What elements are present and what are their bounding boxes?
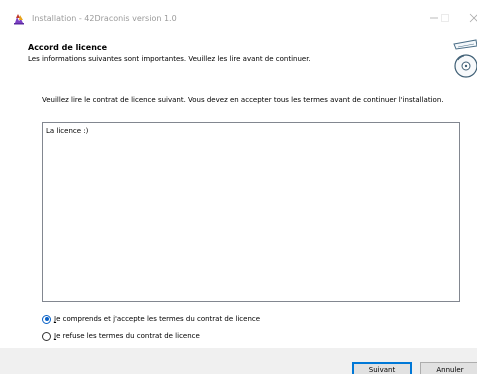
window-title: Installation - 42Draconis version 1.0 [32,14,177,23]
installer-window: Installation - 42Draconis version 1.0 Ac… [0,0,477,374]
title-bar: Installation - 42Draconis version 1.0 [0,0,477,30]
installer-app-icon [13,12,25,25]
page-subtitle: Les informations suivantes sont importan… [28,55,311,63]
instruction-text: Veuillez lire le contrat de licence suiv… [42,96,444,104]
accept-license-option[interactable]: Je comprends et j'accepte les termes du … [42,313,260,325]
radio-unchecked-icon[interactable] [42,331,51,341]
close-icon[interactable] [466,10,477,26]
next-button[interactable]: Suivant [352,362,412,374]
license-textarea[interactable]: La licence :) [42,122,460,302]
setup-disc-icon [446,38,477,80]
decline-license-label: Je refuse les termes du contrat de licen… [54,332,200,340]
radio-checked-icon[interactable] [42,314,51,324]
accept-license-label: Je comprends et j'accepte les termes du … [54,315,261,323]
cancel-button[interactable]: Annuler [420,362,477,374]
maximize-icon[interactable] [437,10,453,26]
page-title: Accord de licence [28,43,108,52]
decline-license-option[interactable]: Je refuse les termes du contrat de licen… [42,330,200,342]
